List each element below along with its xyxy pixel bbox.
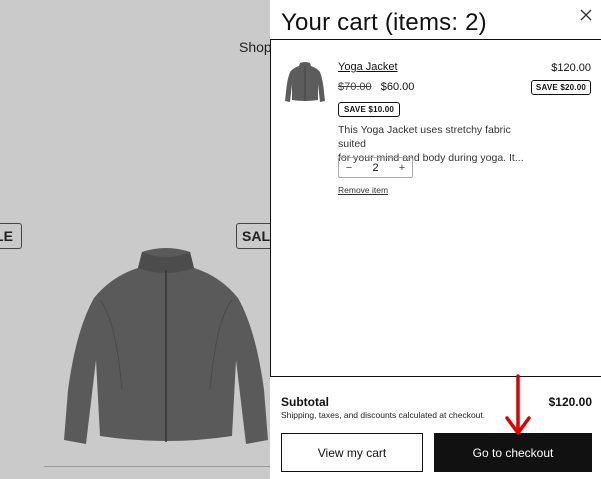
plus-icon[interactable]: + [392,158,412,177]
background-divider [44,466,274,467]
background-nav-shop: Shop [239,39,272,55]
background-product-image [64,248,268,444]
subtotal-note: Shipping, taxes, and discounts calculate… [281,410,486,420]
subtotal-value: $120.00 [548,395,592,409]
item-name-link[interactable]: Yoga Jacket [338,61,398,73]
subtotal-label: Subtotal [281,395,329,409]
close-icon[interactable] [578,7,594,23]
sale-price: $60.00 [380,81,415,93]
view-cart-button[interactable]: View my cart [281,433,423,472]
quantity-value[interactable]: 2 [372,162,378,174]
line-savings-badge: SAVE $20.00 [530,80,591,95]
original-price: $70.00 [338,81,372,93]
checkout-button[interactable]: Go to checkout [434,433,592,472]
cart-drawer: Your cart (items: 2) Yoga Jacket $120.00… [270,0,601,479]
product-thumbnail[interactable] [285,60,325,104]
quantity-stepper: − 2 + [338,157,413,178]
item-savings-badge: SAVE $10.00 [338,102,401,117]
cart-title: Your cart (items: 2) [281,9,487,36]
item-total-price: $120.00 [551,62,591,74]
cart-items-list: Yoga Jacket $120.00 $70.00 $60.00 SAVE $… [270,39,601,377]
remove-item-link[interactable]: Remove item [338,185,388,195]
background-sale-badge-left: LE [0,223,22,249]
item-description-line-1: This Yoga Jacket uses stretchy fabric su… [338,124,511,150]
minus-icon[interactable]: − [339,158,359,177]
item-price-row: $70.00 $60.00 [338,81,414,93]
